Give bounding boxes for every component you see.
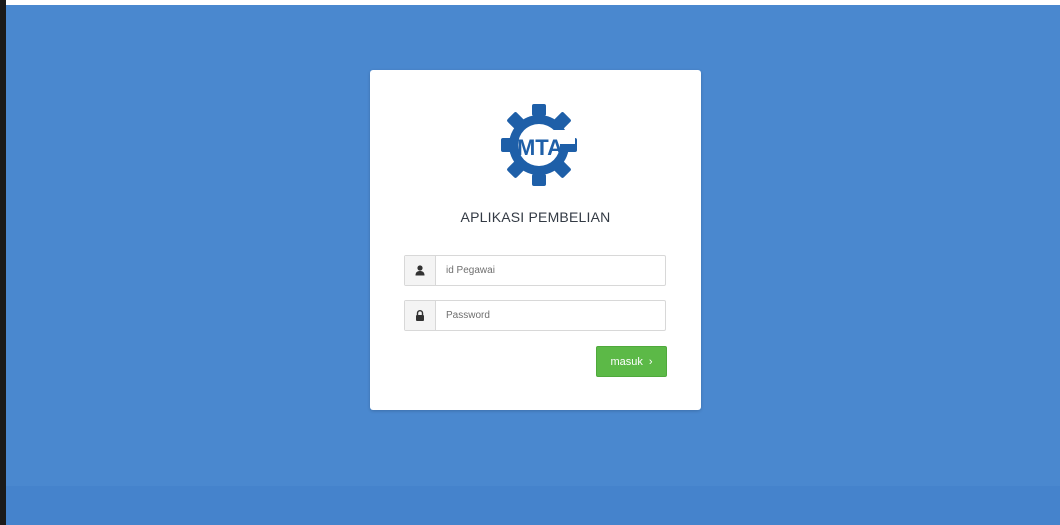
company-logo: MTA bbox=[499, 102, 579, 188]
password-field[interactable] bbox=[404, 300, 666, 331]
chevron-right-icon: › bbox=[648, 355, 653, 368]
login-button-label: masuk bbox=[610, 355, 643, 368]
password-input[interactable] bbox=[436, 301, 665, 330]
employee-id-field[interactable] bbox=[404, 255, 666, 286]
lock-icon bbox=[405, 301, 436, 330]
svg-text:MTA: MTA bbox=[517, 135, 563, 160]
gear-logo-icon: MTA bbox=[501, 104, 577, 186]
user-icon bbox=[405, 256, 436, 285]
page-background-footer bbox=[6, 486, 1060, 525]
login-card: MTA APLIKASI PEMBELIAN masu bbox=[370, 70, 701, 410]
app-title: APLIKASI PEMBELIAN bbox=[460, 209, 611, 225]
login-button[interactable]: masuk › bbox=[596, 346, 667, 377]
login-page: MTA APLIKASI PEMBELIAN masu bbox=[0, 0, 1060, 525]
employee-id-input[interactable] bbox=[436, 256, 665, 285]
